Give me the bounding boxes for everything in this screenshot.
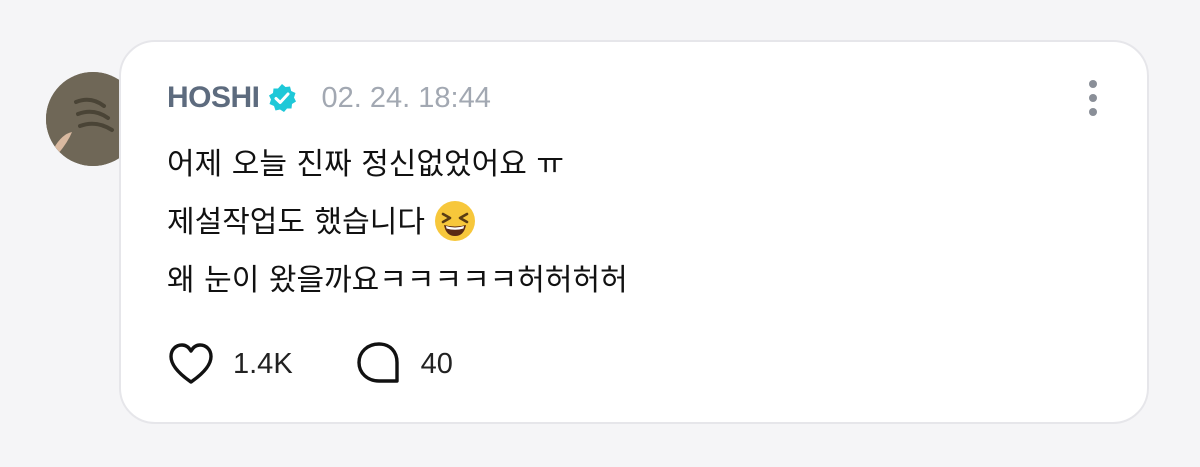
verified-badge-icon — [266, 82, 298, 114]
post-timestamp: 02. 24. 18:44 — [321, 81, 491, 114]
like-button[interactable]: 1.4K — [165, 338, 293, 390]
post-body: 어제 오늘 진짜 정신없었어요 ㅠ 제설작업도 했습니다 왜 눈이 왔을까요ㅋㅋ… — [167, 136, 628, 310]
comment-count: 40 — [420, 347, 453, 380]
comment-button[interactable]: 40 — [353, 338, 453, 390]
heart-icon — [165, 338, 217, 390]
more-options-button[interactable] — [1083, 78, 1103, 118]
grinning-squinting-face-emoji — [433, 199, 477, 243]
post-line-with-emoji: 제설작업도 했습니다 — [167, 194, 628, 252]
post-header: HOSHI 02. 24. 18:44 — [167, 78, 491, 118]
speech-bubble-icon — [353, 338, 405, 390]
post-actions: 1.4K 40 — [165, 338, 453, 390]
like-count: 1.4K — [233, 347, 293, 380]
more-vertical-icon — [1089, 80, 1097, 88]
author-name[interactable]: HOSHI — [167, 81, 260, 115]
post-line: 왜 눈이 왔을까요ㅋㅋㅋㅋㅋ허허허허 — [167, 263, 628, 298]
post-line: 어제 오늘 진짜 정신없었어요 ㅠ — [167, 147, 564, 182]
post-line: 제설작업도 했습니다 — [167, 205, 425, 240]
post-card: HOSHI 02. 24. 18:44 어제 오늘 진짜 정신없었어요 ㅠ 제설… — [119, 40, 1149, 424]
